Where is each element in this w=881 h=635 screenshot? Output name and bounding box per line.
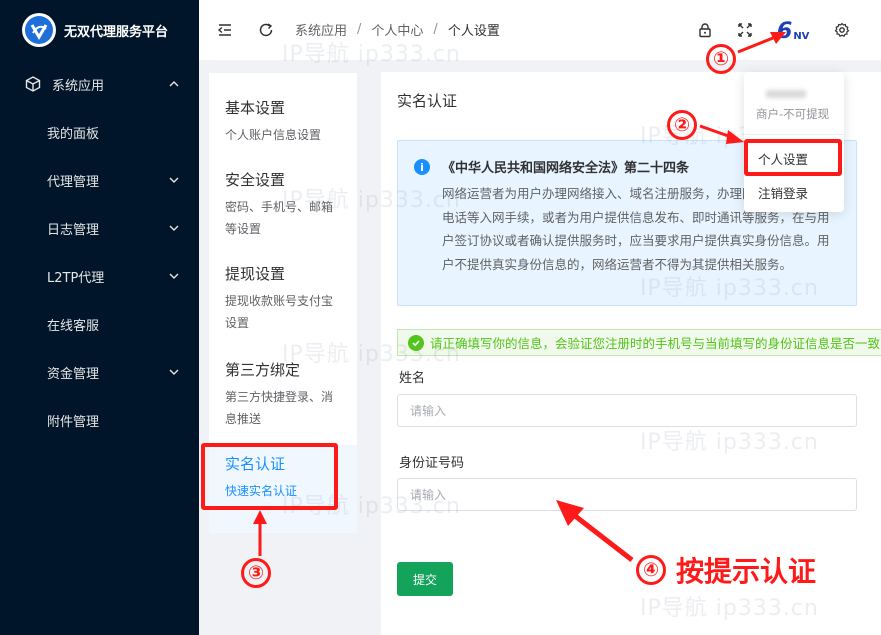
sidebar-item-label: 在线客服 bbox=[47, 318, 100, 334]
settings-nav-basic[interactable]: 基本设置 个人账户信息设置 bbox=[209, 97, 357, 146]
breadcrumb-separator: / bbox=[357, 22, 362, 37]
username-blurred bbox=[766, 90, 806, 98]
settings-nav-title: 基本设置 bbox=[225, 99, 286, 117]
sidebar-item-attachments[interactable]: 附件管理 bbox=[0, 396, 199, 444]
page-title: 实名认证 bbox=[397, 92, 458, 110]
sidebar-menu: 系统应用 我的面板 代理管理 日志管理 L2TP代理 在线客服 资金管理 附件管… bbox=[0, 60, 199, 444]
validation-tip: 请正确填写你的信息，会验证您注册时的手机号与当前填写的身份证信息是否一致 bbox=[397, 329, 881, 356]
breadcrumb-item[interactable]: 个人中心 bbox=[371, 20, 423, 39]
cube-icon bbox=[24, 75, 42, 93]
avatar[interactable]: 6 NV bbox=[777, 17, 811, 43]
sidebar-item-label: 日志管理 bbox=[47, 222, 100, 238]
settings-nav-withdrawal[interactable]: 提现设置 提现收款账号支付宝设置 bbox=[209, 263, 357, 334]
chevron-down-icon bbox=[169, 273, 179, 279]
sidebar-item-label: L2TP代理 bbox=[47, 270, 105, 286]
avatar-logo-suffix: NV bbox=[793, 31, 810, 42]
brand-logo-icon bbox=[22, 13, 56, 47]
step-4-badge: ④ bbox=[636, 555, 666, 585]
step-3-badge: ③ bbox=[241, 558, 271, 588]
settings-nav-title: 实名认证 bbox=[225, 455, 286, 473]
settings-nav-title: 安全设置 bbox=[225, 171, 286, 189]
sidebar-item-system-apps[interactable]: 系统应用 bbox=[0, 60, 199, 108]
settings-nav-title: 第三方绑定 bbox=[225, 361, 301, 379]
sidebar-item-online-support[interactable]: 在线客服 bbox=[0, 300, 199, 348]
breadcrumb-item[interactable]: 系统应用 bbox=[295, 20, 347, 39]
breadcrumb-item-current: 个人设置 bbox=[447, 24, 500, 39]
breadcrumb: 系统应用 / 个人中心 / 个人设置 bbox=[295, 20, 500, 39]
menu-fold-icon[interactable] bbox=[215, 20, 235, 40]
sidebar-item-label: 资金管理 bbox=[47, 366, 100, 382]
step-2-badge: ② bbox=[667, 110, 697, 140]
check-circle-icon bbox=[408, 334, 424, 351]
lock-icon[interactable] bbox=[695, 20, 715, 40]
sidebar-item-log-management[interactable]: 日志管理 bbox=[0, 204, 199, 252]
settings-nav-desc: 个人账户信息设置 bbox=[225, 128, 322, 142]
settings-nav-desc: 第三方快捷登录、消息推送 bbox=[225, 390, 334, 426]
chevron-down-icon bbox=[169, 369, 179, 375]
user-role: 商户-不可提现 bbox=[756, 107, 830, 121]
sidebar-item-label: 附件管理 bbox=[47, 414, 100, 430]
menu-item-logout[interactable]: 注销登录 bbox=[758, 183, 808, 202]
sidebar-item-l2tp-proxy[interactable]: L2TP代理 bbox=[0, 252, 199, 300]
menu-item-personal-settings[interactable]: 个人设置 bbox=[758, 149, 808, 168]
settings-nav: 基本设置 个人账户信息设置 安全设置 密码、手机号、邮箱等设置 提现设置 提现收… bbox=[209, 73, 357, 533]
sidebar-item-label: 代理管理 bbox=[47, 174, 100, 190]
brand[interactable]: 无双代理服务平台 bbox=[0, 0, 199, 60]
sidebar-item-label: 我的面板 bbox=[47, 126, 100, 142]
settings-nav-third-party[interactable]: 第三方绑定 第三方快捷登录、消息推送 bbox=[209, 359, 357, 430]
settings-nav-title: 提现设置 bbox=[225, 265, 286, 283]
user-dropdown: 商户-不可提现 个人设置 注销登录 bbox=[744, 72, 844, 212]
name-label: 姓名 bbox=[399, 371, 426, 386]
refresh-icon[interactable] bbox=[256, 20, 276, 40]
brand-title: 无双代理服务平台 bbox=[64, 24, 169, 40]
settings-nav-desc: 快速实名认证 bbox=[225, 484, 298, 498]
id-number-label: 身份证号码 bbox=[399, 456, 465, 471]
sidebar-item-my-panel[interactable]: 我的面板 bbox=[0, 108, 199, 156]
sidebar-item-proxy-management[interactable]: 代理管理 bbox=[0, 156, 199, 204]
settings-nav-desc: 提现收款账号支付宝设置 bbox=[225, 294, 334, 330]
settings-nav-desc: 密码、手机号、邮箱等设置 bbox=[225, 200, 334, 236]
breadcrumb-separator: / bbox=[433, 22, 438, 37]
divider bbox=[744, 134, 844, 135]
chevron-down-icon bbox=[169, 177, 179, 183]
settings-nav-security[interactable]: 安全设置 密码、手机号、邮箱等设置 bbox=[209, 169, 349, 240]
sidebar-item-label: 系统应用 bbox=[52, 78, 105, 94]
chevron-down-icon bbox=[169, 225, 179, 231]
fullscreen-icon[interactable] bbox=[735, 20, 755, 40]
gear-icon[interactable] bbox=[832, 20, 852, 40]
settings-nav-real-name[interactable]: 实名认证 快速实名认证 bbox=[209, 445, 357, 533]
avatar-logo-icon: 6 bbox=[777, 19, 793, 44]
id-number-input[interactable] bbox=[397, 478, 857, 511]
step-4-text: 按提示认证 bbox=[676, 555, 817, 588]
sidebar: 无双代理服务平台 系统应用 我的面板 代理管理 日志管理 L2TP代理 在线客服 bbox=[0, 0, 199, 635]
step-1-badge: ① bbox=[706, 44, 736, 74]
name-input[interactable] bbox=[397, 394, 857, 427]
validation-tip-text: 请正确填写你的信息，会验证您注册时的手机号与当前填写的身份证信息是否一致 bbox=[430, 336, 881, 351]
chevron-up-icon bbox=[169, 81, 179, 87]
info-icon: i bbox=[414, 159, 430, 175]
sidebar-item-funds-management[interactable]: 资金管理 bbox=[0, 348, 199, 396]
top-header: 系统应用 / 个人中心 / 个人设置 6 NV bbox=[199, 0, 881, 60]
submit-button[interactable]: 提交 bbox=[397, 562, 453, 596]
